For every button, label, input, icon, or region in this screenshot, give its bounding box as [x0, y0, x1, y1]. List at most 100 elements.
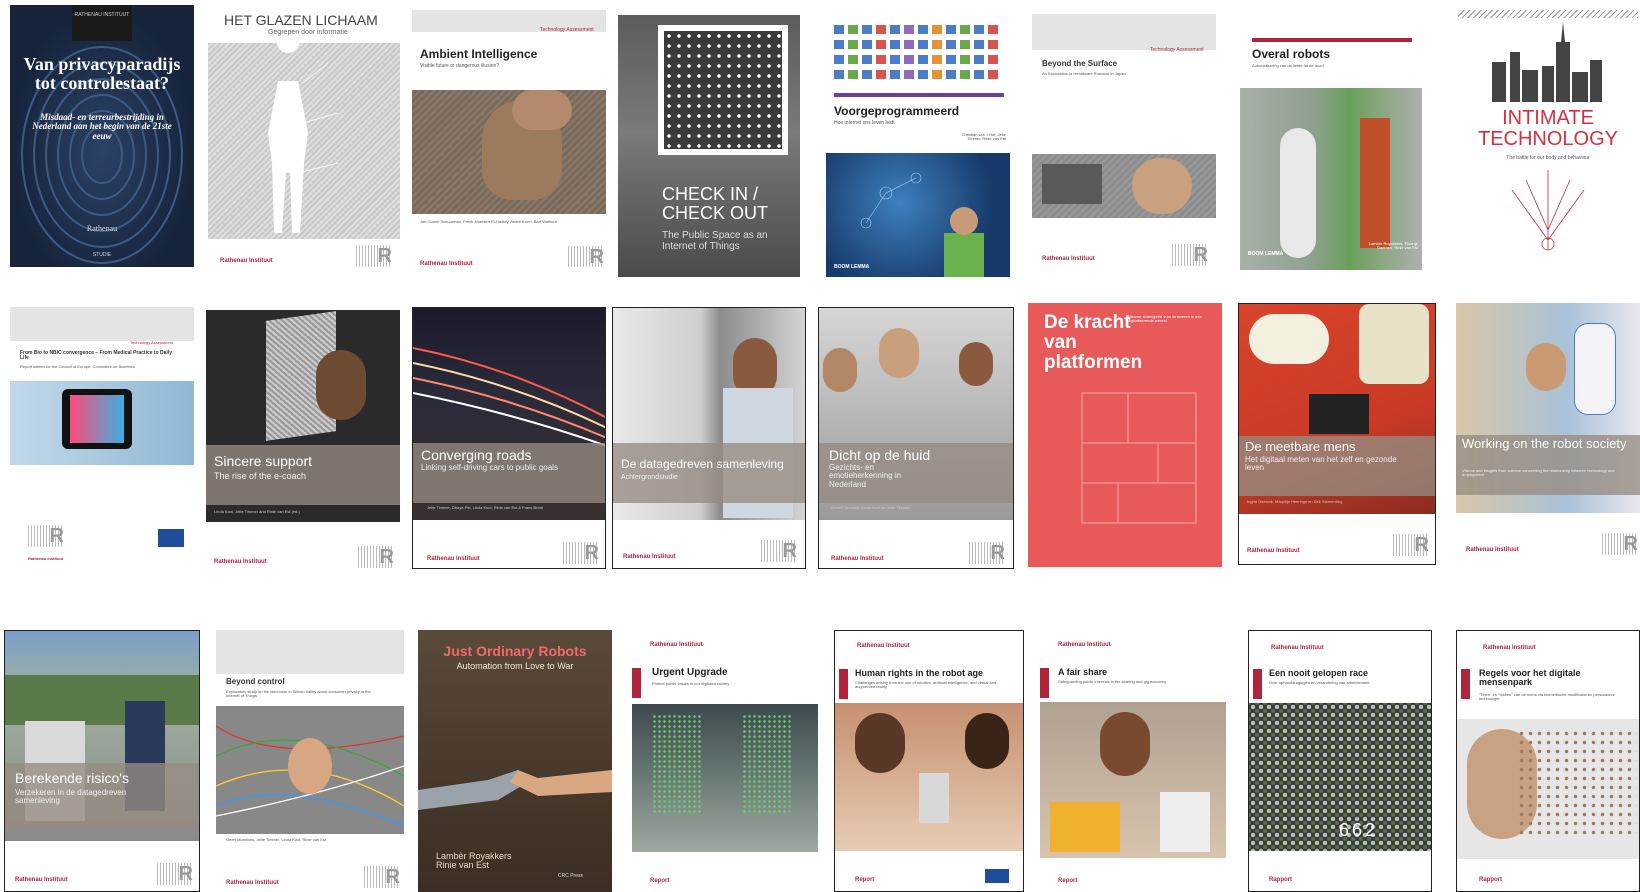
tag-label: Technology Assessment — [130, 340, 173, 345]
cover-subtitle: The rise of the e-coach — [214, 471, 307, 481]
publisher-label: Rathenau Instituut — [1247, 548, 1300, 554]
cover-subtitle: Report written for the Council of Europe… — [20, 364, 135, 369]
cover-title: Working on the robot society — [1462, 436, 1627, 451]
tag-label: Technology Assessment — [1150, 47, 1204, 53]
cover-subtitle: The Public Space as an Internet of Thing… — [662, 230, 768, 252]
publisher-label: Rathenau Instituut — [1466, 547, 1519, 553]
book-cover-berekende-risicos[interactable]: Berekende risico's Verzekeren in de data… — [4, 630, 200, 892]
book-cover-a-fair-share[interactable]: Rathenau Instituut A fair share Safeguar… — [1036, 630, 1232, 892]
cover-subtitle: Visible future or dangerous illusion? — [420, 63, 500, 69]
cover-title: Beyond the Surface — [1042, 59, 1118, 68]
cover-subtitle: Het digitaal meten van het zelf en gezon… — [1245, 455, 1397, 473]
r-logo: R — [358, 546, 394, 568]
book-cover-de-datagedreven-samenleving[interactable]: De datagedreven samenleving Achtergronds… — [612, 307, 806, 569]
publisher-label: Rathenau Instituut — [857, 643, 910, 649]
cover-title: Urgent Upgrade — [652, 667, 728, 678]
book-cover-check-in-check-out[interactable]: CHECK IN / CHECK OUT The Public Space as… — [618, 15, 800, 277]
hormone-diagram-image — [1511, 170, 1585, 251]
publisher-label: Rathenau Instituut — [623, 554, 676, 560]
cover-subtitle: Automation from Love to War — [456, 661, 574, 671]
app-icons-grid — [834, 25, 998, 79]
publisher-label: Rathenau Instituut — [220, 258, 273, 264]
cover-subtitle: Misdaad- en terreurbestrijding in Nederl… — [32, 112, 172, 141]
cover-title: INTIMATE TECHNOLOGY — [1477, 107, 1619, 150]
authors-label: Lambèr Royakkers Rinie van Est — [436, 851, 512, 871]
book-cover-dicht-op-de-huid[interactable]: Dicht op de huid Gezichts- en emotieherk… — [818, 307, 1014, 569]
series-label: RATHENAU INSTITUUT — [74, 12, 130, 18]
cover-title: De datagedreven samenleving — [621, 457, 784, 471]
footer-label: Rapport — [1269, 877, 1292, 883]
cover-subtitle: "Telen" en "fokken" van de mens via biom… — [1479, 692, 1615, 702]
cover-subtitle: Achtergrondstudie — [621, 474, 678, 481]
cover-subtitle: Visions and insights from science concer… — [1462, 468, 1615, 478]
authors-label: Ingrid Geesink, Marjolijn Heerings en Di… — [1247, 499, 1343, 504]
cover-title: Overal robots — [1252, 47, 1331, 61]
r-logo: R — [568, 246, 604, 267]
cover-subtitle: Gegrepen door informatie — [268, 29, 348, 36]
book-cover-working-on-the-robot-society[interactable]: Working on the robot society Visions and… — [1456, 303, 1640, 565]
handshake-image — [418, 770, 612, 810]
council-of-europe-logo — [985, 869, 1009, 883]
book-cover-de-kracht-van-platformen[interactable]: De kracht van platformen Nieuwe strategi… — [1028, 303, 1222, 567]
city-crowd-photo — [632, 704, 818, 852]
cover-title: Van privacyparadijs tot controlestaat? — [23, 54, 181, 93]
footer-label: Report — [855, 877, 875, 883]
dissolving-face-photo — [1457, 719, 1639, 859]
publisher-label: Rathenau Instituut — [28, 556, 64, 561]
cover-title: Ambient Intelligence — [420, 47, 538, 61]
book-cover-human-rights-in-the-robot-age[interactable]: Rathenau Instituut Human rights in the r… — [834, 630, 1024, 892]
footer-label: Report — [650, 878, 670, 884]
authors-label: Annelli Janssen, Linda Kool en Jelte Tim… — [831, 505, 910, 510]
cover-title: HET GLAZEN LICHAAM — [224, 12, 378, 28]
cover-subtitle: Safeguarding public interests in the sha… — [1058, 679, 1167, 684]
book-cover-van-privacyparadijs[interactable]: RATHENAU INSTITUUT Van privacyparadijs t… — [10, 5, 194, 267]
footer-label: Rapport — [1479, 877, 1502, 883]
book-cover-urgent-upgrade[interactable]: Rathenau Instituut Urgent Upgrade Protec… — [628, 630, 822, 892]
book-cover-overal-robots[interactable]: Overal robots Automatisering van de lief… — [1240, 30, 1422, 270]
book-cover-het-glazen-lichaam[interactable]: HET GLAZEN LICHAAM Gegrepen door informa… — [208, 5, 400, 267]
book-cover-just-ordinary-robots[interactable]: Just Ordinary Robots Automation from Lov… — [418, 630, 612, 892]
cover-title: Beyond control — [226, 677, 285, 686]
book-cover-from-bio-to-nbic[interactable]: Technology Assessment From Bio to NBIC c… — [10, 307, 194, 567]
authors-label: Jan Gunnit Schuurman, Freek Moelaert El-… — [420, 219, 557, 224]
r-logo: R — [356, 245, 392, 267]
cover-subtitle: Verzekeren in de datagedreven samenlevin… — [15, 788, 127, 806]
worried-man-photo — [412, 90, 606, 214]
book-cover-een-nooit-gelopen-race[interactable]: Rathenau Instituut Een nooit gelopen rac… — [1248, 630, 1432, 892]
book-cover-ambient-intelligence[interactable]: Technology Assessment Ambient Intelligen… — [412, 10, 606, 267]
book-cover-beyond-control[interactable]: Beyond control Exploratory study on the … — [216, 630, 404, 892]
boy-touchscreen-photo — [826, 153, 1010, 277]
cover-subtitle: Automatisering van de liefde tot de dood — [1252, 63, 1324, 68]
cover-title: Dicht op de huid — [829, 447, 931, 463]
r-logo: R — [969, 542, 1005, 564]
phone-dna-photo — [10, 381, 194, 465]
r-logo: R — [364, 866, 400, 888]
r-logo: R — [1602, 533, 1638, 555]
r-logo: R — [761, 540, 797, 562]
publisher-label: BOOM LEMMA — [1248, 251, 1284, 257]
book-cover-intimate-technology[interactable]: INTIMATE TECHNOLOGY The battle for our b… — [1456, 8, 1640, 270]
authors-label: Christian van 't Hof, Jelte Timmer, Rini… — [961, 132, 1006, 142]
book-cover-voorgeprogrammeerd[interactable]: Voorgeprogrammeerd Hoe internet ons leve… — [826, 15, 1010, 277]
publisher-label: Rathenau Instituut — [1271, 645, 1324, 651]
cables-face-photo — [216, 706, 404, 834]
publisher-label: Rathenau Instituut — [1483, 645, 1536, 651]
authors-label: Jelte Timmer, Dhoya Pel, Linda Kool, Rin… — [427, 505, 544, 510]
cover-title: Sincere support — [214, 453, 313, 469]
cover-title: Voorgeprogrammeerd — [834, 104, 960, 118]
publisher-label: Rathenau Instituut — [214, 559, 267, 565]
girls-robot-photo — [835, 703, 1023, 851]
r-logo: R — [563, 542, 599, 564]
book-cover-de-meetbare-mens[interactable]: De meetbare mens Het digitaal meten van … — [1238, 303, 1436, 565]
council-of-europe-logo — [158, 529, 184, 547]
book-cover-converging-roads[interactable]: Converging roads Linking self-driving ca… — [412, 307, 606, 569]
woman-tablet-photo — [1040, 702, 1226, 858]
cover-title: Human rights in the robot age — [855, 668, 984, 678]
cover-subtitle: Hoe internet ons leven leidt — [834, 120, 895, 126]
book-cover-sincere-support[interactable]: Sincere support The rise of the e-coach … — [206, 310, 400, 572]
glass-body-image — [208, 43, 400, 239]
cover-subtitle: Over ophanddragingen en verandering van … — [1269, 680, 1370, 685]
book-cover-regels-voor-het-digitale-mensenpark[interactable]: Rathenau Instituut Regels voor het digit… — [1456, 630, 1640, 892]
book-cover-beyond-the-surface[interactable]: Technology Assessment Beyond the Surface… — [1032, 14, 1216, 270]
human-silhouette-icon — [268, 43, 339, 233]
